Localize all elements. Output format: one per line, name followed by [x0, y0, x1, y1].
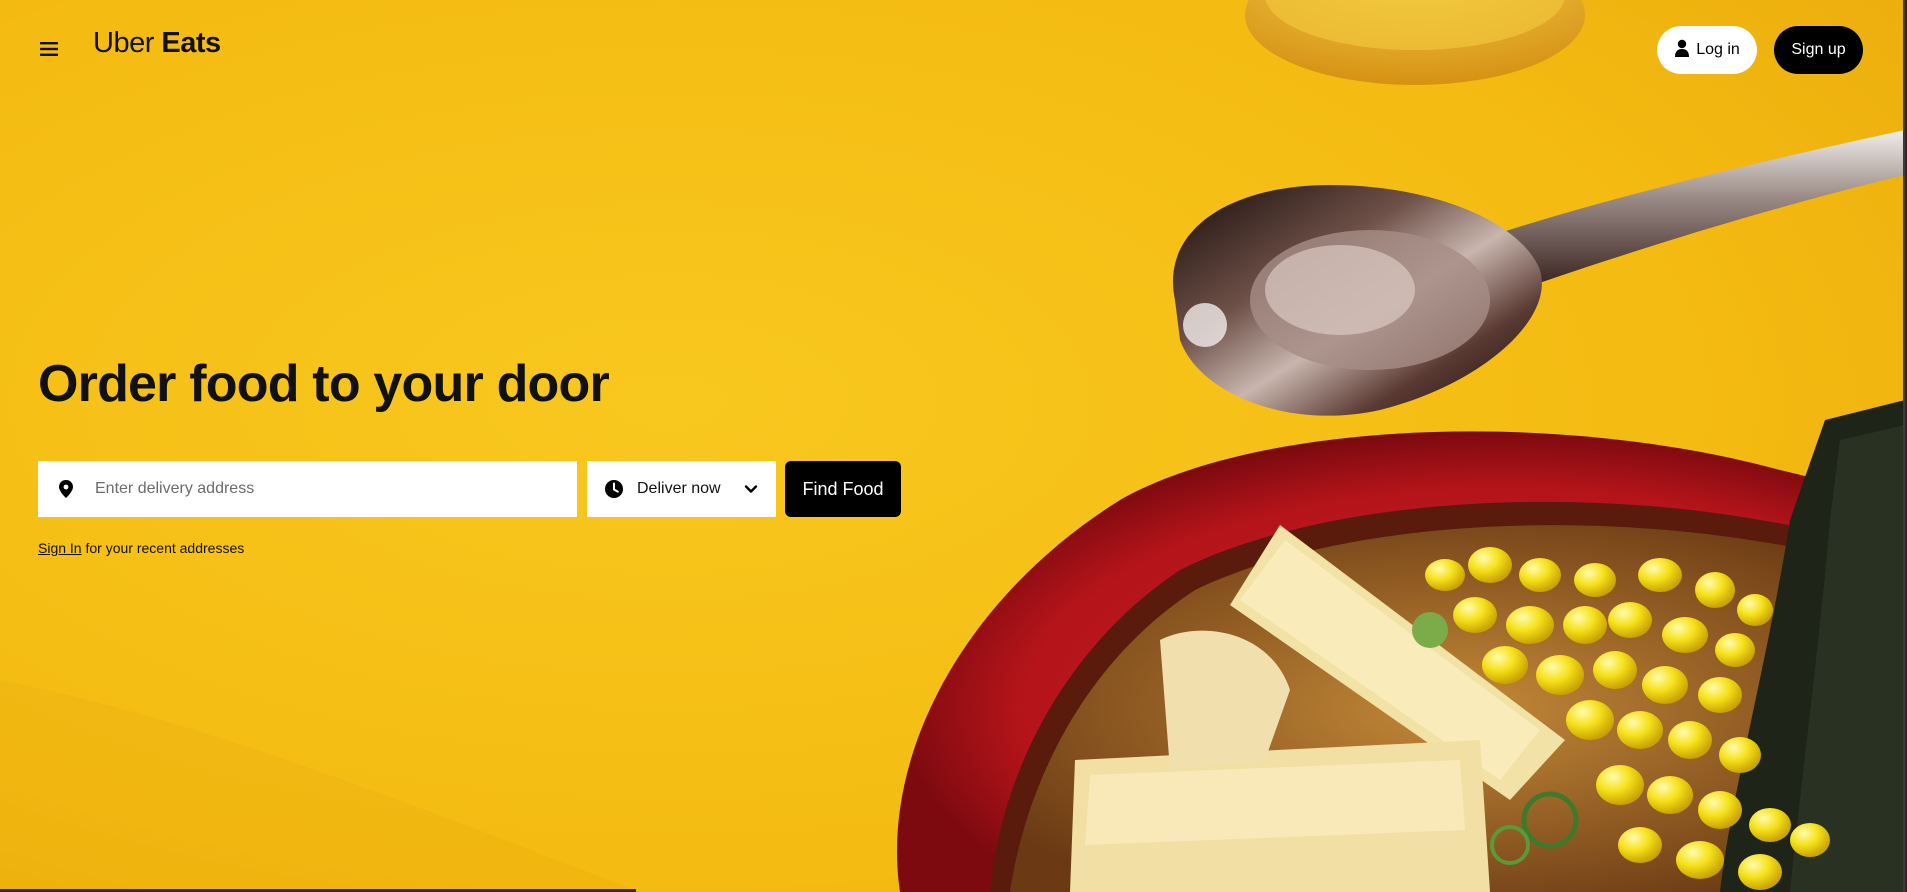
login-button[interactable]: Log in [1657, 26, 1757, 74]
login-label: Log in [1696, 41, 1740, 58]
deliver-time-dropdown[interactable]: Deliver now [587, 461, 776, 517]
hamburger-menu-icon[interactable] [34, 34, 64, 64]
find-food-label: Find Food [802, 478, 884, 499]
ramen-hero-image [0, 0, 1905, 892]
sign-in-link[interactable]: Sign In [38, 540, 82, 556]
location-pin-icon [57, 480, 75, 498]
chevron-down-icon [742, 480, 760, 498]
page-title: Order food to your door [38, 355, 610, 413]
signin-prompt: Sign In for your recent addresses [38, 540, 244, 556]
user-icon [1674, 39, 1690, 62]
logo-uber-text: Uber [93, 27, 154, 59]
signup-button[interactable]: Sign up [1774, 26, 1863, 74]
site-header: Uber Eats Log in Sign up [0, 0, 1905, 100]
browser-viewport: Uber Eats Log in Sign up Order food to y… [0, 0, 1907, 892]
logo-eats-text: Eats [161, 27, 221, 59]
clock-icon [604, 479, 624, 499]
uber-eats-logo[interactable]: Uber Eats [93, 29, 221, 58]
window-edge [1903, 0, 1905, 892]
signin-prompt-text: for your recent addresses [81, 540, 245, 556]
delivery-address-input[interactable] [93, 468, 537, 510]
deliver-time-label: Deliver now [637, 480, 721, 497]
signup-label: Sign up [1791, 41, 1846, 58]
find-food-button[interactable]: Find Food [785, 461, 901, 517]
delivery-address-field[interactable] [38, 461, 577, 517]
landing-page: Uber Eats Log in Sign up Order food to y… [0, 0, 1905, 892]
